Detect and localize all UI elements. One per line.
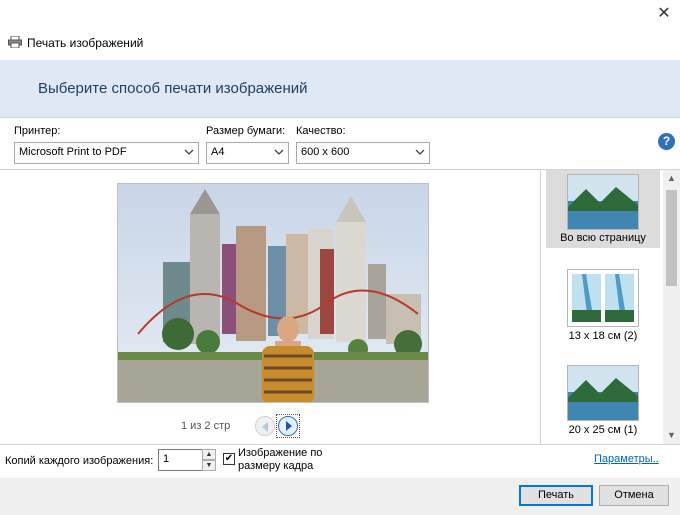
layout-option-13x18[interactable]: 13 x 18 см (2)	[546, 266, 660, 346]
layout-label: 20 x 25 см (1)	[568, 424, 638, 436]
help-icon[interactable]: ?	[658, 133, 675, 150]
copies-input[interactable]: 1	[158, 449, 203, 471]
chevron-down-icon	[415, 149, 425, 155]
arrow-left-icon	[262, 422, 268, 432]
layout-thumbnail	[567, 174, 639, 230]
window-title: Печать изображений	[27, 36, 144, 50]
layout-label: Во всю страницу	[560, 232, 646, 244]
printer-icon	[8, 35, 22, 49]
quality-label: Качество:	[296, 125, 346, 137]
arrow-right-icon	[286, 421, 292, 431]
layout-thumbnail	[567, 365, 639, 421]
fit-to-frame-label: Изображение по размеру кадра	[238, 447, 323, 472]
panel-divider	[540, 170, 541, 444]
parameters-link[interactable]: Параметры..	[594, 453, 659, 465]
paper-size-label: Размер бумаги:	[206, 125, 286, 137]
cancel-button[interactable]: Отмена	[599, 485, 669, 506]
divider	[0, 444, 680, 445]
layout-option-full-page[interactable]: Во всю страницу	[546, 170, 660, 248]
printer-select-value: Microsoft Print to PDF	[19, 146, 127, 158]
quality-value: 600 x 600	[301, 146, 350, 158]
quality-select[interactable]: 600 x 600	[296, 142, 430, 164]
close-button[interactable]: ✕	[652, 4, 676, 24]
print-button[interactable]: Печать	[519, 485, 593, 506]
preview-image	[117, 183, 429, 403]
printer-select[interactable]: Microsoft Print to PDF	[14, 142, 199, 164]
layout-option-20x25[interactable]: 20 x 25 см (1)	[546, 362, 660, 442]
scroll-up-icon[interactable]: ▲	[663, 170, 680, 187]
next-page-button[interactable]	[278, 416, 298, 436]
header-title: Выберите способ печати изображений	[38, 80, 308, 97]
chevron-down-icon	[184, 149, 194, 155]
spin-down-button[interactable]: ▼	[202, 460, 216, 471]
layout-label: 13 x 18 см (2)	[568, 330, 638, 342]
previous-page-button[interactable]	[255, 416, 275, 436]
page-counter: 1 из 2 стр	[181, 420, 231, 432]
layout-thumbnail	[567, 269, 639, 327]
copies-label: Копий каждого изображения:	[5, 455, 154, 467]
spin-up-button[interactable]: ▲	[202, 449, 216, 460]
paper-size-value: A4	[211, 146, 225, 158]
chevron-down-icon	[274, 149, 284, 155]
scroll-down-icon[interactable]: ▼	[663, 427, 680, 444]
paper-size-select[interactable]: A4	[206, 142, 289, 164]
scrollbar-thumb[interactable]	[666, 190, 677, 286]
fit-to-frame-checkbox[interactable]: ✔	[223, 453, 235, 465]
printer-label: Принтер:	[14, 125, 61, 137]
